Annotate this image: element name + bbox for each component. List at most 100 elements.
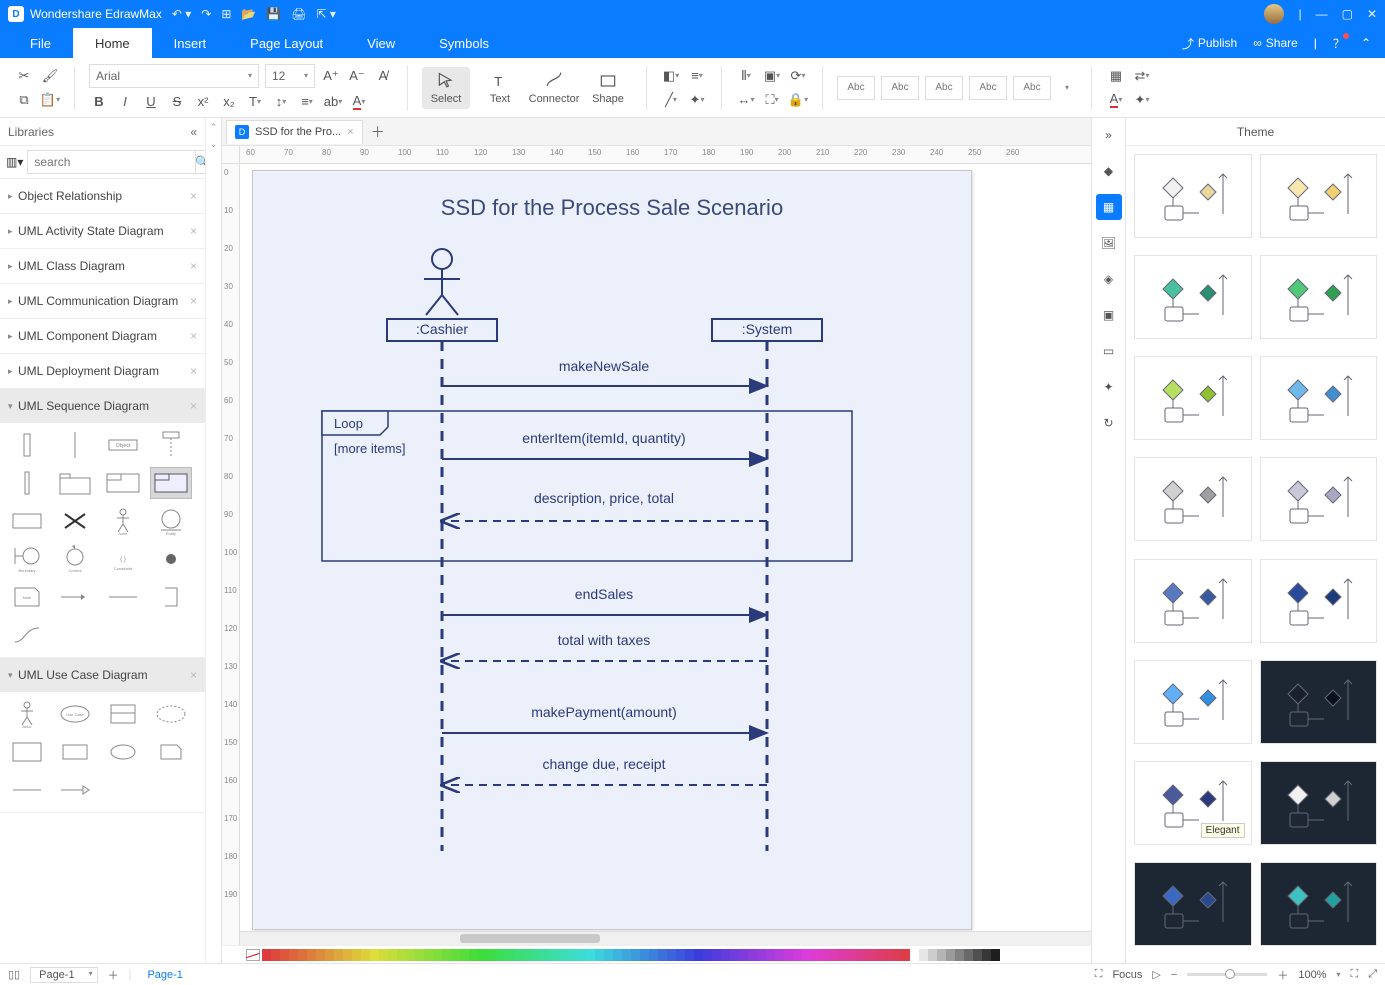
shape-uc-system[interactable] <box>6 736 48 768</box>
color-swatch[interactable] <box>865 949 874 961</box>
color-swatch[interactable] <box>469 949 478 961</box>
redo-icon[interactable]: ↷ <box>201 7 211 21</box>
theme-thumbnail[interactable] <box>1134 457 1252 541</box>
quickstyle-5[interactable]: Abc <box>1013 76 1051 100</box>
user-avatar[interactable] <box>1264 4 1284 24</box>
no-fill-swatch[interactable] <box>246 949 260 961</box>
lineweight-icon[interactable]: ≡▾ <box>687 66 707 86</box>
scroll-down-icon[interactable]: ⌄ <box>210 139 218 150</box>
lib-uml-usecase[interactable]: ▾UML Use Case Diagram× <box>0 658 205 692</box>
theme-panel-icon[interactable]: ▦ <box>1096 194 1122 220</box>
shape-uc-usecase[interactable]: Use Case <box>54 698 96 730</box>
color-swatch[interactable] <box>451 949 460 961</box>
fontcolor-icon[interactable]: A▾ <box>349 92 369 112</box>
color-swatch[interactable] <box>802 949 811 961</box>
menu-file[interactable]: File <box>8 28 73 58</box>
color-swatch[interactable] <box>739 949 748 961</box>
theme-thumbnail[interactable] <box>1134 255 1252 339</box>
lib-uml-component[interactable]: ▸UML Component Diagram× <box>0 319 205 353</box>
fill-icon[interactable]: ◧▾ <box>661 66 681 86</box>
shape-uc-gen[interactable] <box>54 774 96 806</box>
color-swatch[interactable] <box>982 949 991 961</box>
color-swatch[interactable] <box>730 949 739 961</box>
distribute-icon[interactable]: ↔▾ <box>736 90 756 110</box>
page-tab[interactable]: Page-1 <box>141 969 188 981</box>
color-swatch[interactable] <box>343 949 352 961</box>
lib-uml-deployment[interactable]: ▸UML Deployment Diagram× <box>0 354 205 388</box>
color-swatch[interactable] <box>262 949 271 961</box>
moretools-1[interactable]: ▦ <box>1106 66 1126 86</box>
color-swatch[interactable] <box>388 949 397 961</box>
color-swatch[interactable] <box>496 949 505 961</box>
select-tool[interactable]: Select <box>422 67 470 109</box>
scroll-up-icon[interactable]: ⌃ <box>210 122 218 133</box>
color-swatch[interactable] <box>937 949 946 961</box>
collapse-libraries-icon[interactable]: « <box>190 125 197 139</box>
add-page-button[interactable]: ＋ <box>108 967 119 983</box>
color-swatch[interactable] <box>586 949 595 961</box>
image-panel-icon[interactable]: 🖼 <box>1096 230 1122 256</box>
color-swatch[interactable] <box>361 949 370 961</box>
shape-entity[interactable]: Entity <box>150 505 192 537</box>
new-tab-button[interactable]: ＋ <box>363 122 393 142</box>
menu-insert[interactable]: Insert <box>152 28 229 58</box>
focus-icon[interactable]: ⛶ <box>1095 968 1103 981</box>
close-tab-icon[interactable]: × <box>347 126 353 138</box>
color-swatch[interactable] <box>478 949 487 961</box>
shape-actor[interactable]: Actor <box>102 505 144 537</box>
document-tab[interactable]: D SSD for the Pro... × <box>226 120 363 144</box>
library-search-input[interactable] <box>27 150 196 174</box>
library-picker-icon[interactable]: ▥▾ <box>6 155 23 169</box>
shape-tool[interactable]: Shape <box>584 67 632 109</box>
shape-curve[interactable] <box>6 619 48 651</box>
zoom-in-button[interactable]: ＋ <box>1277 967 1288 983</box>
color-swatch[interactable] <box>811 949 820 961</box>
lib-object-relationship[interactable]: ▸Object Relationship× <box>0 179 205 213</box>
color-swatch[interactable] <box>613 949 622 961</box>
color-swatch[interactable] <box>541 949 550 961</box>
menu-view[interactable]: View <box>345 28 417 58</box>
shape-uc-interface[interactable] <box>102 698 144 730</box>
color-swatch[interactable] <box>910 949 919 961</box>
collapse-ribbon-icon[interactable]: ⌃ <box>1361 36 1371 50</box>
color-swatch[interactable] <box>820 949 829 961</box>
color-swatch[interactable] <box>721 949 730 961</box>
fontsize-select[interactable]: 12▾ <box>265 64 315 88</box>
export-icon[interactable]: ⇱ ▾ <box>317 7 336 21</box>
color-swatch[interactable] <box>325 949 334 961</box>
color-swatch[interactable] <box>712 949 721 961</box>
color-swatch[interactable] <box>901 949 910 961</box>
case-icon[interactable]: T▾ <box>245 92 265 112</box>
text-tool[interactable]: TText <box>476 67 524 109</box>
shape-uc-collab[interactable] <box>150 698 192 730</box>
color-swatch[interactable] <box>631 949 640 961</box>
close-icon[interactable]: × <box>190 329 197 343</box>
shape-message[interactable] <box>54 581 96 613</box>
color-swatch[interactable] <box>847 949 856 961</box>
format-painter-icon[interactable]: 🖌 <box>40 66 60 86</box>
color-swatch[interactable] <box>883 949 892 961</box>
moretools-3[interactable]: A▾ <box>1106 90 1126 110</box>
color-swatch[interactable] <box>964 949 973 961</box>
lock-icon[interactable]: 🔒▾ <box>788 90 808 110</box>
theme-thumbnail[interactable] <box>1134 660 1252 744</box>
color-swatch[interactable] <box>973 949 982 961</box>
color-swatch[interactable] <box>622 949 631 961</box>
theme-thumbnail[interactable] <box>1260 154 1378 238</box>
color-swatch[interactable] <box>649 949 658 961</box>
pages-view-icon[interactable]: ▯▯ <box>8 968 20 981</box>
font-select[interactable]: Arial▾ <box>89 64 259 88</box>
quickstyle-4[interactable]: Abc <box>969 76 1007 100</box>
publish-button[interactable]: ⤴ Publish <box>1182 35 1237 52</box>
color-swatch[interactable] <box>487 949 496 961</box>
theme-thumbnail[interactable] <box>1260 457 1378 541</box>
minimize-button[interactable]: — <box>1316 7 1328 21</box>
align-icon[interactable]: ⫴▾ <box>736 66 756 86</box>
theme-thumbnail[interactable] <box>1260 356 1378 440</box>
theme-thumbnail[interactable]: Elegant <box>1134 761 1252 845</box>
comments-panel-icon[interactable]: ✦ <box>1096 374 1122 400</box>
color-swatch[interactable] <box>892 949 901 961</box>
connector-tool[interactable]: Connector <box>530 67 578 109</box>
color-swatch[interactable] <box>334 949 343 961</box>
share-button[interactable]: ∞ Share <box>1253 36 1298 50</box>
